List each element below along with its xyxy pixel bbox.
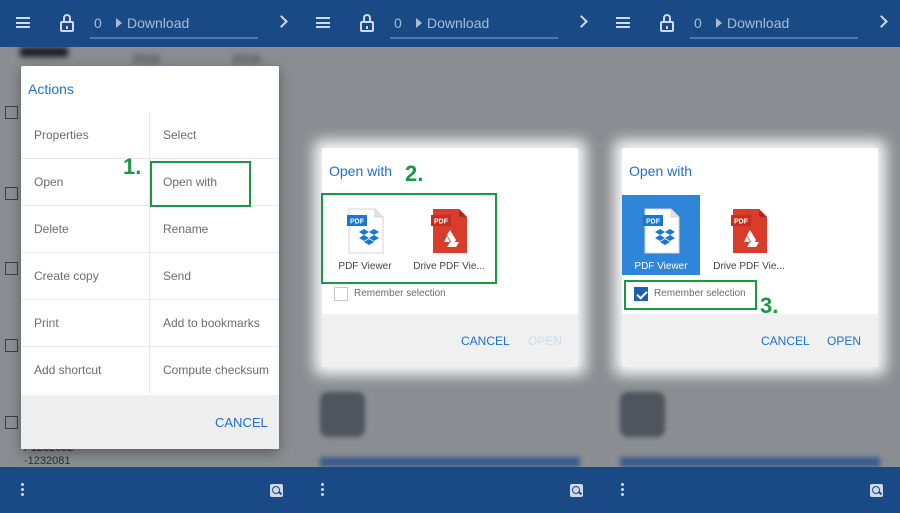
file-checkbox[interactable] [5, 339, 18, 352]
action-send[interactable]: Send [150, 253, 279, 300]
chevron-right-icon[interactable] [875, 15, 888, 28]
breadcrumb-download[interactable]: Download [427, 15, 489, 31]
breadcrumb-arrow-icon [416, 18, 422, 28]
highlight-app-options [321, 193, 497, 284]
file-checkbox[interactable] [5, 416, 18, 429]
step-2-label: 2. [405, 161, 424, 186]
cancel-button[interactable]: CANCEL [215, 415, 268, 430]
step-3-label: 3. [760, 293, 779, 318]
highlight-open-with [150, 161, 251, 207]
remember-selection-checkbox[interactable] [334, 287, 348, 301]
breadcrumb-underline [690, 37, 858, 39]
dialog-title: Open with [629, 163, 693, 179]
breadcrumb-underline [390, 37, 558, 39]
action-add-shortcut[interactable]: Add shortcut [21, 347, 150, 394]
breadcrumb-arrow-icon [716, 18, 722, 28]
lock-icon[interactable] [660, 14, 674, 32]
search-icon[interactable] [570, 484, 583, 497]
step-1-label: 1. [123, 154, 142, 179]
action-create-copy[interactable]: Create copy [21, 253, 150, 300]
app-option-pdf-viewer-selected[interactable]: PDF PDF Viewer [622, 195, 700, 275]
lock-icon[interactable] [60, 14, 74, 32]
lock-icon[interactable] [360, 14, 374, 32]
bottom-bar [600, 467, 900, 513]
action-add-to-bookmarks[interactable]: Add to bookmarks [150, 300, 279, 347]
remember-selection-label: Remember selection [354, 288, 446, 299]
file-date: 2018- [132, 52, 163, 66]
action-delete[interactable]: Delete [21, 206, 150, 253]
breadcrumb-root[interactable]: 0 [694, 15, 702, 31]
background-strip [320, 457, 580, 467]
action-compute-checksum[interactable]: Compute checksum [150, 347, 279, 394]
svg-text:PDF: PDF [646, 219, 661, 226]
file-checkbox[interactable] [5, 106, 18, 119]
actions-dialog: Actions Properties Select Open Open with… [21, 66, 279, 449]
file-name-text: -1232081 [24, 455, 71, 467]
more-options-icon[interactable] [21, 483, 25, 497]
background-strip [620, 457, 880, 467]
drive-pdf-viewer-icon: PDF [731, 209, 767, 253]
open-with-dialog: Open with PDF PDF Viewer PDF Drive PDF V… [622, 148, 878, 367]
action-rename[interactable]: Rename [150, 206, 279, 253]
breadcrumb-download[interactable]: Download [727, 15, 789, 31]
more-options-icon[interactable] [621, 483, 625, 497]
open-button-disabled[interactable]: OPEN [528, 334, 562, 348]
open-button[interactable]: OPEN [827, 334, 861, 348]
bottom-bar [300, 467, 600, 513]
cancel-button[interactable]: CANCEL [761, 334, 810, 348]
breadcrumb-arrow-icon [116, 18, 122, 28]
panel-step-1: 2018- 2018- F1232082 -1232081 0 Download… [0, 0, 300, 513]
menu-icon[interactable] [616, 17, 630, 28]
more-options-icon[interactable] [321, 483, 325, 497]
action-print[interactable]: Print [21, 300, 150, 347]
app-label: Drive PDF Vie... [713, 261, 785, 272]
pdf-viewer-icon: PDF [643, 208, 680, 254]
svg-text:PDF: PDF [734, 219, 749, 226]
breadcrumb-root[interactable]: 0 [394, 15, 402, 31]
file-checkbox[interactable] [5, 187, 18, 200]
cancel-button[interactable]: CANCEL [461, 334, 510, 348]
chevron-right-icon[interactable] [275, 15, 288, 28]
file-checkbox[interactable] [5, 262, 18, 275]
search-icon[interactable] [270, 484, 283, 497]
menu-icon[interactable] [16, 17, 30, 28]
breadcrumb-root[interactable]: 0 [94, 15, 102, 31]
highlight-remember-selection [624, 280, 757, 310]
app-option-drive-pdf-viewer[interactable]: PDF Drive PDF Vie... [710, 195, 788, 275]
search-icon[interactable] [870, 484, 883, 497]
file-thumbnail [20, 47, 68, 57]
breadcrumb-download[interactable]: Download [127, 15, 189, 31]
breadcrumb-underline [90, 37, 258, 39]
bottom-bar [0, 467, 300, 513]
action-properties[interactable]: Properties [21, 112, 150, 159]
panel-step-3: 0 Download Open with PDF PDF Viewer PDF … [600, 0, 900, 513]
chevron-right-icon[interactable] [575, 15, 588, 28]
app-icon-background [620, 392, 665, 437]
top-bar: 0 Download [0, 0, 300, 47]
top-bar: 0 Download [300, 0, 600, 47]
remember-selection-row[interactable]: Remember selection [330, 286, 510, 304]
app-icon-background [320, 392, 365, 437]
app-label: PDF Viewer [634, 261, 688, 272]
top-bar: 0 Download [600, 0, 900, 47]
dialog-title: Actions [28, 81, 74, 97]
menu-icon[interactable] [316, 17, 330, 28]
action-select[interactable]: Select [150, 112, 279, 159]
file-date: 2018- [232, 52, 263, 66]
dialog-title: Open with [329, 163, 393, 179]
panel-step-2: 0 Download Open with PDF PDF Viewer PDF … [300, 0, 600, 513]
